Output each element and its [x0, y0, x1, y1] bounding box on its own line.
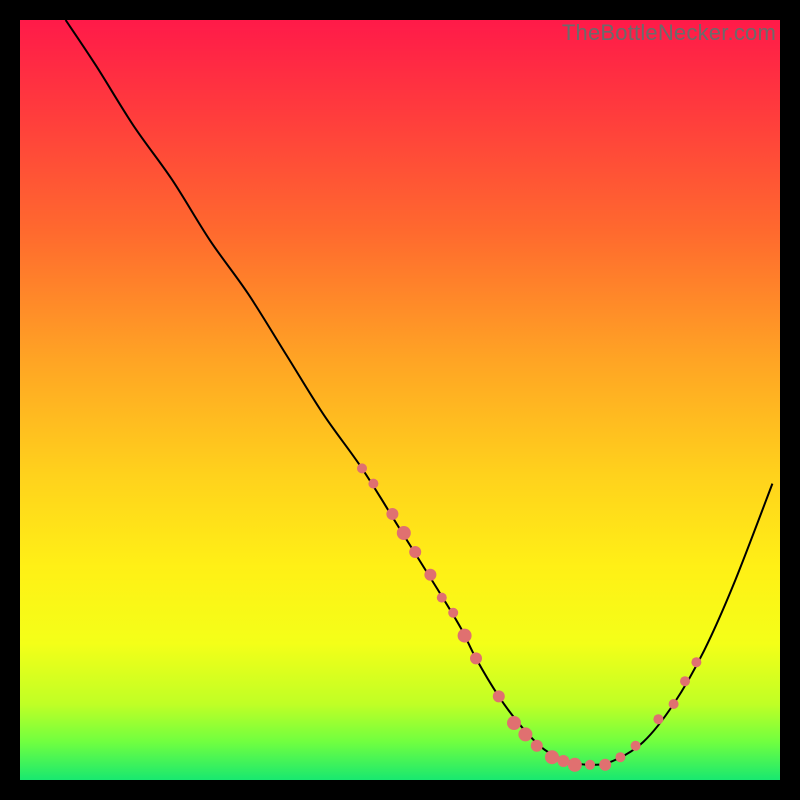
chart-frame: TheBottleNecker.com: [20, 20, 780, 780]
curve-marker: [437, 593, 447, 603]
curve-marker: [507, 716, 521, 730]
curve-marker: [409, 546, 421, 558]
curve-marker: [397, 526, 411, 540]
curve-marker: [531, 740, 543, 752]
bottleneck-chart: [20, 20, 780, 780]
curve-marker: [557, 755, 569, 767]
curve-marker: [368, 479, 378, 489]
curve-marker: [493, 690, 505, 702]
curve-marker: [545, 750, 559, 764]
curve-marker: [653, 714, 663, 724]
curve-marker: [631, 741, 641, 751]
curve-marker: [615, 752, 625, 762]
curve-marker: [669, 699, 679, 709]
curve-marker: [448, 608, 458, 618]
curve-marker: [357, 463, 367, 473]
curve-marker: [599, 759, 611, 771]
curve-marker: [568, 758, 582, 772]
watermark-label: TheBottleNecker.com: [562, 20, 776, 46]
curve-marker: [458, 629, 472, 643]
curve-marker: [680, 676, 690, 686]
curve-marker: [470, 652, 482, 664]
gradient-background: [20, 20, 780, 780]
curve-marker: [518, 727, 532, 741]
curve-marker: [386, 508, 398, 520]
curve-marker: [691, 657, 701, 667]
curve-marker: [424, 569, 436, 581]
curve-marker: [585, 760, 595, 770]
